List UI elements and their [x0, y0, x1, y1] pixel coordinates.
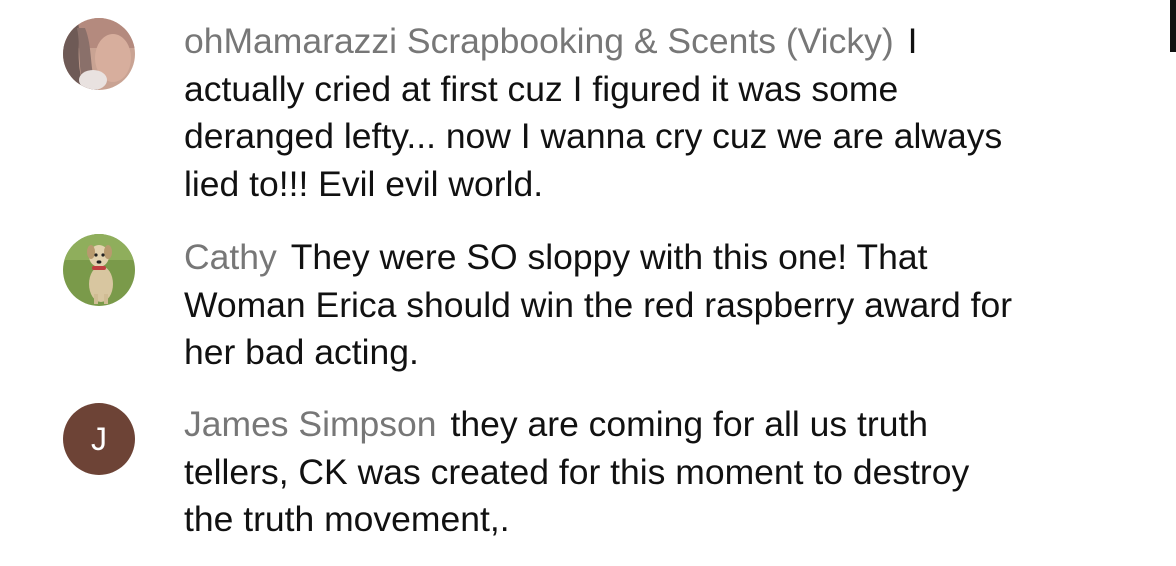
- comment-text-line: deranged lefty... now I wanna cry cuz we…: [184, 116, 1003, 156]
- comment-text-line: Woman Erica should win the red raspberry…: [184, 284, 1013, 325]
- avatar[interactable]: [63, 234, 135, 306]
- comment-text-line: her bad acting.: [184, 332, 419, 372]
- comment-text-line: they are coming for all us truth: [450, 404, 929, 444]
- comment-text-line: actually cried at first cuz I figured it…: [184, 68, 899, 109]
- comment-author[interactable]: Cathy: [184, 237, 277, 277]
- comment-author[interactable]: James Simpson: [184, 404, 437, 444]
- comment-text-line: I: [907, 21, 918, 61]
- comment-text-line: They were SO sloppy with this one! That: [290, 237, 928, 277]
- avatar[interactable]: J: [63, 403, 135, 475]
- comment-text-line: lied to!!! Evil evil world.: [184, 163, 544, 204]
- scrollbar-thumb[interactable]: [1170, 0, 1176, 52]
- profile-photo-icon: [63, 18, 135, 90]
- comment-text-line: tellers, CK was created for this moment …: [184, 451, 970, 492]
- comment-text-line: the truth movement,.: [184, 499, 510, 539]
- avatar[interactable]: [63, 18, 135, 90]
- comment-author[interactable]: ohMamarazzi Scrapbooking & Scents (Vicky…: [184, 21, 894, 61]
- avatar-letter: J: [91, 420, 107, 457]
- dog-photo-icon: [63, 234, 135, 306]
